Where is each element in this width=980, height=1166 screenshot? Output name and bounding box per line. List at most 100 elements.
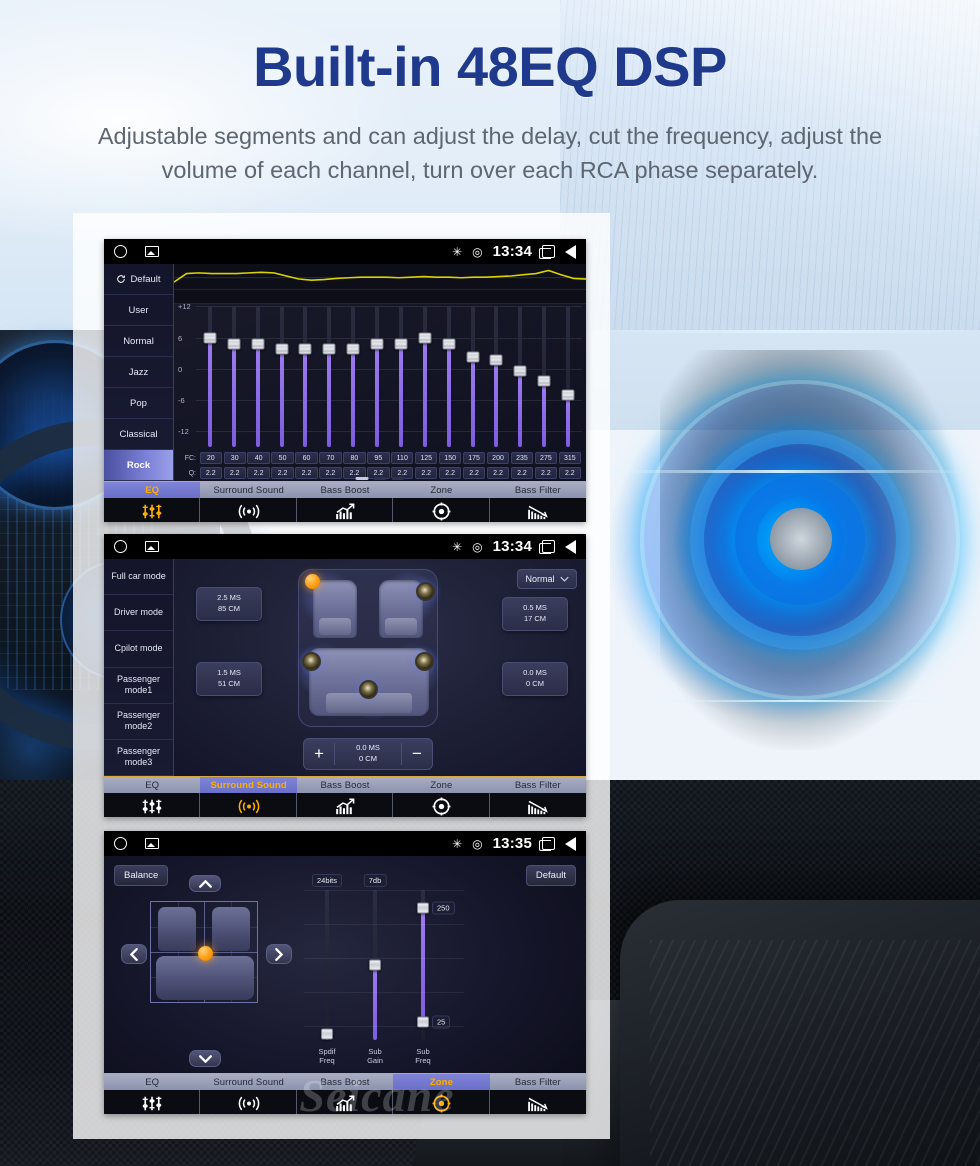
tab-zone[interactable]: Zone bbox=[393, 1074, 490, 1114]
slider-knob[interactable] bbox=[369, 959, 381, 971]
zone-right-button[interactable] bbox=[266, 944, 292, 964]
tab-zone[interactable]: Zone bbox=[393, 777, 490, 817]
recent-apps-icon[interactable] bbox=[539, 245, 555, 259]
slider-knob[interactable] bbox=[394, 338, 408, 350]
back-triangle-icon[interactable] bbox=[565, 244, 576, 259]
eq-band-slider[interactable] bbox=[198, 304, 222, 449]
zone-slider[interactable]: 7db Sub Gain bbox=[352, 874, 398, 1065]
eq-fc-row[interactable]: FC: 20 30 40 50 60 70 80 95 110 125 150 175 200 235 27… bbox=[180, 452, 581, 464]
surround-preset-dropdown[interactable]: Normal bbox=[517, 569, 577, 589]
eq-band-slider[interactable] bbox=[222, 304, 246, 449]
device-screen-zone[interactable]: ✳ ◎ 13:35 Balance Default 24bits Spdif F… bbox=[104, 831, 586, 1114]
fc-cell[interactable]: 70 bbox=[319, 452, 342, 464]
q-cell[interactable]: 2.2 bbox=[534, 467, 558, 479]
fc-cell[interactable]: 200 bbox=[486, 452, 510, 464]
slider-knob[interactable] bbox=[442, 338, 456, 350]
speaker-center[interactable] bbox=[359, 680, 378, 699]
speaker-front-right[interactable] bbox=[416, 582, 435, 601]
bottom-tab-bar-2[interactable]: EQ Surround Sound Bass Boost Zone Bass F… bbox=[104, 776, 586, 817]
fc-cell[interactable]: 60 bbox=[295, 452, 318, 464]
eq-band-slider[interactable] bbox=[485, 304, 509, 449]
bottom-tab-bar-3[interactable]: EQ Surround Sound Bass Boost Zone Bass F… bbox=[104, 1073, 586, 1114]
zone-position-marker[interactable] bbox=[198, 946, 213, 961]
slider-knob[interactable] bbox=[513, 365, 527, 376]
eq-band-slider[interactable] bbox=[556, 304, 580, 449]
q-cell[interactable]: 2.2 bbox=[223, 467, 246, 479]
q-cell[interactable]: 2.2 bbox=[462, 467, 486, 479]
slider-knob[interactable] bbox=[321, 1028, 333, 1040]
mode-passenger3[interactable]: Passenger mode3 bbox=[104, 740, 173, 777]
slider-knob[interactable] bbox=[298, 343, 312, 355]
device-screen-surround[interactable]: ✳ ◎ 13:34 Full car mode Driver mode Cpil… bbox=[104, 534, 586, 817]
stepper-plus-button[interactable]: + bbox=[304, 744, 334, 764]
mode-full-car[interactable]: Full car mode bbox=[104, 559, 173, 596]
eq-band-sliders[interactable] bbox=[198, 304, 580, 449]
slider-knob[interactable] bbox=[489, 354, 503, 366]
eq-band-slider[interactable] bbox=[437, 304, 461, 449]
eq-band-slider[interactable] bbox=[294, 304, 318, 449]
bottom-tab-bar-1[interactable]: EQ Surround Sound Bass Boost Zone Bass F… bbox=[104, 481, 586, 522]
q-cell[interactable]: 2.2 bbox=[438, 467, 462, 479]
preset-user[interactable]: User bbox=[104, 295, 173, 326]
balance-button[interactable]: Balance bbox=[114, 865, 169, 886]
slider-knob[interactable] bbox=[466, 351, 480, 363]
tab-zone[interactable]: Zone bbox=[393, 482, 490, 522]
tab-eq[interactable]: EQ bbox=[104, 777, 201, 817]
q-cell[interactable]: 2.2 bbox=[295, 467, 318, 479]
q-cell[interactable]: 2.2 bbox=[271, 467, 294, 479]
slider-knob-top[interactable] bbox=[417, 902, 429, 914]
eq-band-slider[interactable] bbox=[246, 304, 270, 449]
recent-apps-icon[interactable] bbox=[539, 540, 555, 554]
slider-knob[interactable] bbox=[346, 343, 360, 355]
image-icon[interactable] bbox=[145, 838, 159, 849]
q-cell[interactable]: 2.2 bbox=[558, 467, 581, 479]
q-cell[interactable]: 2.2 bbox=[319, 467, 342, 479]
zone-balance-grid[interactable] bbox=[150, 901, 258, 1003]
tab-bass-boost[interactable]: Bass Boost bbox=[296, 482, 394, 522]
speaker-rear-right[interactable] bbox=[415, 652, 434, 671]
eq-band-slider[interactable] bbox=[365, 304, 389, 449]
preset-pop[interactable]: Pop bbox=[104, 388, 173, 419]
preset-normal[interactable]: Normal bbox=[104, 326, 173, 357]
preset-default[interactable]: Default bbox=[104, 264, 173, 295]
fc-cell[interactable]: 95 bbox=[367, 452, 390, 464]
listening-position-marker[interactable] bbox=[305, 574, 320, 589]
zone-left-button[interactable] bbox=[121, 944, 147, 964]
tab-eq[interactable]: EQ bbox=[104, 1074, 201, 1114]
preset-classical[interactable]: Classical bbox=[104, 419, 173, 450]
zone-down-button[interactable] bbox=[189, 1050, 221, 1067]
tab-bass-boost[interactable]: Bass Boost bbox=[296, 1074, 394, 1114]
zone-slider-group[interactable]: 24bits Spdif Freq 7db Sub Gain 250 25 Sub Freq bbox=[304, 868, 464, 1065]
q-cell[interactable]: 2.2 bbox=[247, 467, 270, 479]
image-icon[interactable] bbox=[145, 541, 159, 552]
fc-cell[interactable]: 80 bbox=[343, 452, 366, 464]
fc-cell[interactable]: 30 bbox=[223, 452, 246, 464]
delay-box-front-left[interactable]: 2.5 MS 85 CM bbox=[196, 587, 262, 621]
fc-cell[interactable]: 40 bbox=[247, 452, 270, 464]
eq-band-slider[interactable] bbox=[317, 304, 341, 449]
q-cell[interactable]: 2.2 bbox=[510, 467, 534, 479]
fc-cell[interactable]: 150 bbox=[438, 452, 462, 464]
zone-slider[interactable]: 250 25 Sub Freq bbox=[400, 890, 455, 1065]
image-icon[interactable] bbox=[145, 246, 159, 257]
tab-bass-boost[interactable]: Bass Boost bbox=[296, 777, 394, 817]
slider-knob[interactable] bbox=[418, 332, 432, 344]
eq-band-slider[interactable] bbox=[508, 304, 532, 449]
page-dot[interactable] bbox=[391, 477, 405, 480]
fc-cell[interactable]: 20 bbox=[199, 452, 222, 464]
delay-stepper[interactable]: + 0.0 MS 0 CM − bbox=[303, 738, 433, 770]
slider-knob[interactable] bbox=[251, 338, 265, 350]
fc-cell[interactable]: 235 bbox=[510, 452, 534, 464]
preset-jazz[interactable]: Jazz bbox=[104, 357, 173, 388]
fc-cell[interactable]: 175 bbox=[462, 452, 486, 464]
fc-cell[interactable]: 275 bbox=[534, 452, 558, 464]
eq-band-slider[interactable] bbox=[341, 304, 365, 449]
slider-knob[interactable] bbox=[322, 343, 336, 355]
tab-bass-filter[interactable]: Bass Filter bbox=[489, 482, 586, 522]
speaker-rear-left[interactable] bbox=[302, 652, 321, 671]
mode-driver[interactable]: Driver mode bbox=[104, 595, 173, 632]
q-cell[interactable]: 2.2 bbox=[486, 467, 510, 479]
slider-knob[interactable] bbox=[370, 338, 384, 350]
default-button[interactable]: Default bbox=[525, 865, 576, 886]
back-triangle-icon[interactable] bbox=[565, 836, 576, 851]
